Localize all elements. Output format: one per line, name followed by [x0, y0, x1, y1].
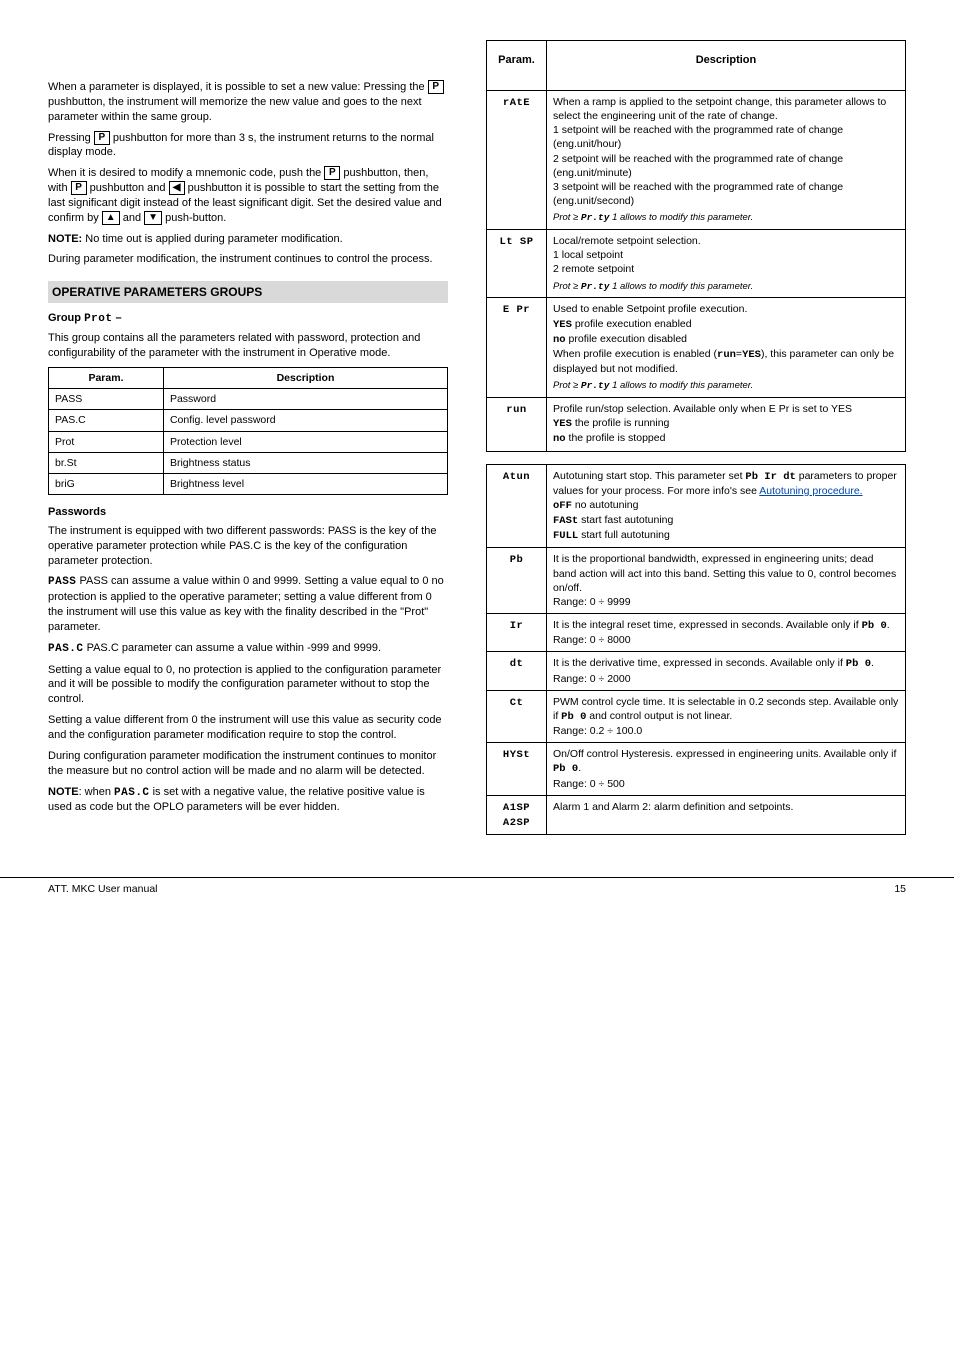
page-content: When a parameter is displayed, it is pos… [0, 0, 954, 857]
right-params-table-2: Atun Autotuning start stop. This paramet… [486, 464, 906, 836]
pasc-para4: During configuration parameter modificat… [48, 749, 448, 779]
table-header-row: Param. Description [49, 368, 448, 389]
left-para1: When a parameter is displayed, it is pos… [48, 80, 448, 125]
operative-groups-heading: OPERATIVE PARAMETERS GROUPS [48, 281, 448, 303]
table-row: run Profile run/stop selection. Availabl… [487, 398, 906, 452]
pasc-para1: PAS.C PAS.C parameter can assume a value… [48, 641, 448, 657]
th-desc: Description [163, 368, 447, 389]
prot-params-table: Param. Description PASSPassword PAS.CCon… [48, 367, 448, 495]
th-desc: Description [547, 41, 906, 91]
p-key-icon: P [428, 80, 444, 94]
passwords-heading: Passwords [48, 505, 448, 520]
passwords-para1: The instrument is equipped with two diff… [48, 524, 448, 569]
footer-page-number: 15 [894, 882, 906, 896]
table-row: briGBrightness level [49, 473, 448, 494]
pasc-para2: Setting a value equal to 0, no protectio… [48, 663, 448, 708]
left-para3: When it is desired to modify a mnemonic … [48, 166, 448, 225]
table-row: A1SP A2SP Alarm 1 and Alarm 2: alarm def… [487, 795, 906, 834]
up-key-icon: ▲ [102, 211, 120, 225]
table-row: E Pr Used to enable Setpoint profile exe… [487, 298, 906, 398]
page-footer: ATT. MKC User manual 15 [0, 877, 954, 916]
left-para4: During parameter modification, the instr… [48, 252, 448, 267]
group-prot-heading: Group Prot – [48, 311, 448, 327]
left-column: When a parameter is displayed, it is pos… [48, 40, 448, 847]
th-param: Param. [49, 368, 164, 389]
group-prot-intro: This group contains all the parameters r… [48, 331, 448, 361]
th-param: Param. [487, 41, 547, 91]
two-column-layout: When a parameter is displayed, it is pos… [48, 40, 906, 847]
table-row: Lt SP Local/remote setpoint selection. 1… [487, 230, 906, 298]
table-row: br.StBrightness status [49, 452, 448, 473]
left-para2: Pressing P pushbutton for more than 3 s,… [48, 131, 448, 161]
left-note2: NOTE: when PAS.C is set with a negative … [48, 785, 448, 816]
table-row: Atun Autotuning start stop. This paramet… [487, 464, 906, 548]
table-row: ProtProtection level [49, 431, 448, 452]
table-row: Ct PWM control cycle time. It is selecta… [487, 690, 906, 743]
pass-para: PASS PASS can assume a value within 0 an… [48, 574, 448, 634]
table-row: Pb It is the proportional bandwidth, exp… [487, 548, 906, 614]
table-row: PASSPassword [49, 389, 448, 410]
table-row: dt It is the derivative time, expressed … [487, 652, 906, 690]
left-key-icon: ◀ [169, 181, 185, 195]
p-key-icon: P [94, 131, 110, 145]
left-note1: NOTE: No time out is applied during para… [48, 232, 448, 247]
right-column: Param. Description rAtE When a ramp is a… [486, 40, 906, 847]
p-key-icon: P [324, 166, 340, 180]
table-row: HYSt On/Off control Hysteresis. expresse… [487, 743, 906, 796]
p-key-icon: P [71, 181, 87, 195]
table-row: Ir It is the integral reset time, expres… [487, 614, 906, 652]
table-header-row: Param. Description [487, 41, 906, 91]
right-params-table-1: Param. Description rAtE When a ramp is a… [486, 40, 906, 452]
footer-title: ATT. MKC User manual [48, 882, 158, 896]
down-key-icon: ▼ [144, 211, 162, 225]
autotune-link[interactable]: Autotuning procedure. [759, 485, 862, 497]
table-row: PAS.CConfig. level password [49, 410, 448, 431]
table-row: rAtE When a ramp is applied to the setpo… [487, 90, 906, 229]
pasc-para3: Setting a value different from 0 the ins… [48, 713, 448, 743]
